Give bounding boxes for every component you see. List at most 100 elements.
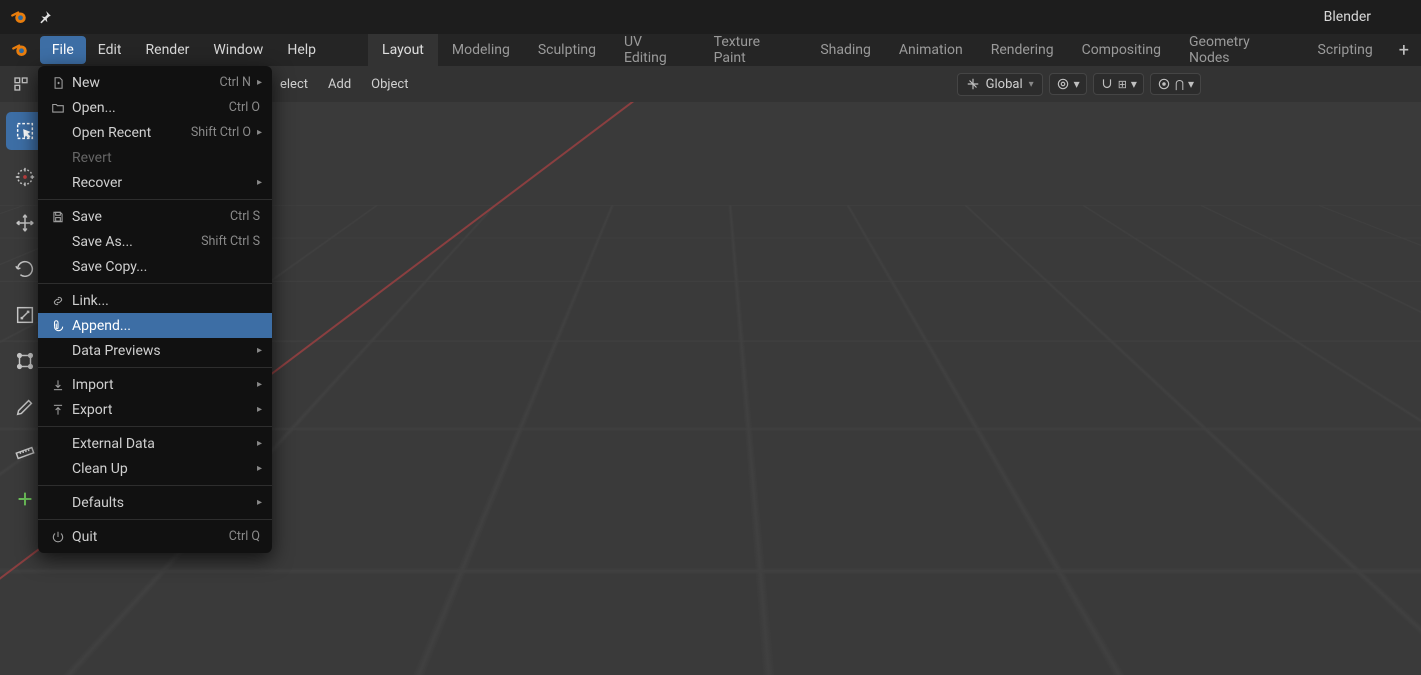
transform-orientation-dropdown[interactable]: Global ▾ <box>957 73 1043 96</box>
file-menu-revert: Revert <box>38 145 272 170</box>
blender-logo-icon[interactable] <box>10 40 30 60</box>
pivot-point-dropdown[interactable]: ▾ <box>1049 73 1087 95</box>
file-menu-open-recent[interactable]: Open RecentShift Ctrl O ▸ <box>38 120 272 145</box>
power-icon <box>48 530 68 544</box>
app-title: Blender <box>1324 9 1371 25</box>
orientation-label: Global <box>986 77 1023 92</box>
menu-separator <box>38 426 272 427</box>
menu-separator <box>38 367 272 368</box>
doc-plus-icon <box>48 76 68 90</box>
header-add-menu[interactable]: Add <box>320 73 359 96</box>
submenu-arrow-icon: ▸ <box>257 497 262 508</box>
menu-item-label: Clean Up <box>72 461 253 477</box>
tab-scripting[interactable]: Scripting <box>1304 34 1387 66</box>
menu-item-label: Data Previews <box>72 343 253 359</box>
blender-logo-icon <box>10 8 28 26</box>
menu-separator <box>38 519 272 520</box>
tab-geometry-nodes[interactable]: Geometry Nodes <box>1175 34 1304 66</box>
shortcut-label: Shift Ctrl S <box>201 234 260 249</box>
submenu-arrow-icon: ▸ <box>257 127 262 138</box>
chevron-down-icon: ▾ <box>1074 77 1080 91</box>
file-menu-dropdown: NewCtrl N▸Open...Ctrl OOpen RecentShift … <box>38 66 272 553</box>
menu-separator <box>38 485 272 486</box>
file-menu-open[interactable]: Open...Ctrl O <box>38 95 272 120</box>
menu-help[interactable]: Help <box>275 36 328 64</box>
chevron-down-icon: ▾ <box>1131 77 1137 91</box>
menu-item-label: External Data <box>72 436 253 452</box>
file-menu-clean-up[interactable]: Clean Up ▸ <box>38 456 272 481</box>
menu-file[interactable]: File <box>40 36 86 64</box>
link-icon <box>48 294 68 308</box>
file-menu-data-previews[interactable]: Data Previews ▸ <box>38 338 272 363</box>
menu-item-label: New <box>72 75 219 91</box>
file-menu-import[interactable]: Import▸ <box>38 372 272 397</box>
menu-render[interactable]: Render <box>134 36 202 64</box>
shortcut-label: Ctrl N <box>219 75 251 90</box>
menu-item-label: Save <box>72 209 230 225</box>
append-icon <box>48 319 68 333</box>
tab-animation[interactable]: Animation <box>885 34 977 66</box>
shortcut-label: Ctrl S <box>230 209 260 224</box>
menu-separator <box>38 283 272 284</box>
menu-item-label: Append... <box>72 318 262 334</box>
save-icon <box>48 210 68 224</box>
tab-layout[interactable]: Layout <box>368 34 438 66</box>
snap-toggle[interactable]: ⊞ ▾ <box>1093 73 1144 95</box>
menu-item-label: Open... <box>72 100 229 116</box>
title-bar: Blender <box>0 0 1421 34</box>
tab-shading[interactable]: Shading <box>806 34 885 66</box>
header-object-menu[interactable]: Object <box>363 73 416 96</box>
folder-icon <box>48 101 68 115</box>
tab-compositing[interactable]: Compositing <box>1068 34 1175 66</box>
menu-separator <box>38 199 272 200</box>
menu-item-label: Recover <box>72 175 253 191</box>
menu-item-label: Save As... <box>72 234 201 250</box>
shortcut-label: Ctrl Q <box>229 529 260 544</box>
menu-item-label: Save Copy... <box>72 259 262 275</box>
menu-item-label: Quit <box>72 529 229 545</box>
shortcut-label: Ctrl O <box>229 100 260 115</box>
menu-item-label: Revert <box>72 150 262 166</box>
menu-item-label: Open Recent <box>72 125 191 141</box>
tab-uv-editing[interactable]: UV Editing <box>610 34 700 66</box>
header-select-menu[interactable]: elect <box>272 73 316 96</box>
submenu-arrow-icon: ▸ <box>257 177 262 188</box>
import-icon <box>48 378 68 392</box>
file-menu-recover[interactable]: Recover ▸ <box>38 170 272 195</box>
tab-rendering[interactable]: Rendering <box>977 34 1068 66</box>
shortcut-label: Shift Ctrl O <box>191 125 251 140</box>
submenu-arrow-icon: ▸ <box>257 345 262 356</box>
editor-type-icon[interactable] <box>8 71 34 97</box>
submenu-arrow-icon: ▸ <box>257 463 262 474</box>
main-menu-bar: File Edit Render Window Help Layout Mode… <box>0 34 1421 66</box>
submenu-arrow-icon: ▸ <box>257 77 262 88</box>
file-menu-save[interactable]: SaveCtrl S <box>38 204 272 229</box>
file-menu-new[interactable]: NewCtrl N ▸ <box>38 70 272 95</box>
chevron-down-icon: ▾ <box>1188 77 1194 91</box>
file-menu-link[interactable]: Link... <box>38 288 272 313</box>
falloff-icon: ⋂ <box>1175 78 1184 91</box>
snap-target-icon: ⊞ <box>1118 78 1127 91</box>
tab-modeling[interactable]: Modeling <box>438 34 524 66</box>
tab-sculpting[interactable]: Sculpting <box>524 34 610 66</box>
tab-texture-paint[interactable]: Texture Paint <box>700 34 807 66</box>
menu-window[interactable]: Window <box>201 36 275 64</box>
add-workspace-button[interactable]: + <box>1387 40 1421 61</box>
file-menu-save-copy[interactable]: Save Copy... <box>38 254 272 279</box>
file-menu-external-data[interactable]: External Data ▸ <box>38 431 272 456</box>
file-menu-append[interactable]: Append... <box>38 313 272 338</box>
submenu-arrow-icon: ▸ <box>257 438 262 449</box>
export-icon <box>48 403 68 417</box>
workspace-tabs: Layout Modeling Sculpting UV Editing Tex… <box>368 34 1421 66</box>
file-menu-quit[interactable]: QuitCtrl Q <box>38 524 272 549</box>
file-menu-defaults[interactable]: Defaults ▸ <box>38 490 272 515</box>
file-menu-export[interactable]: Export▸ <box>38 397 272 422</box>
menu-item-label: Import <box>72 377 253 393</box>
proportional-edit-toggle[interactable]: ⋂ ▾ <box>1150 73 1201 95</box>
menu-item-label: Defaults <box>72 495 253 511</box>
pin-icon[interactable] <box>38 10 52 24</box>
submenu-arrow-icon: ▸ <box>257 404 262 415</box>
menu-item-label: Link... <box>72 293 262 309</box>
file-menu-save-as[interactable]: Save As...Shift Ctrl S <box>38 229 272 254</box>
menu-edit[interactable]: Edit <box>86 36 134 64</box>
